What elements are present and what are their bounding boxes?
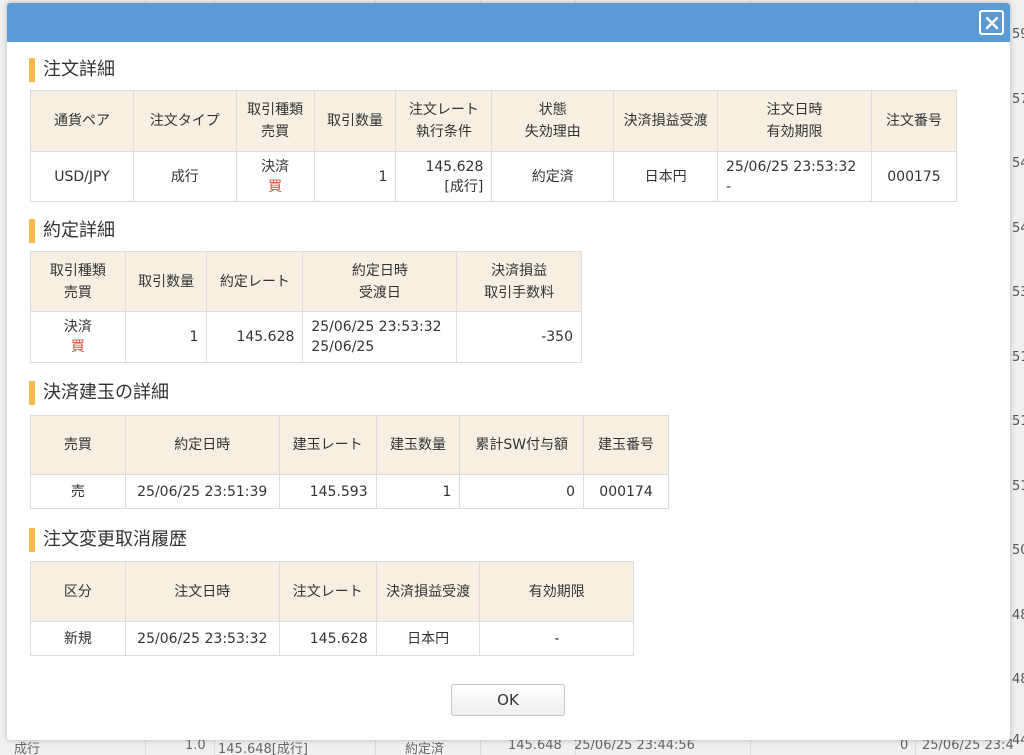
column-header: 状態 失効理由 bbox=[491, 90, 615, 152]
bg-price: 145.648 bbox=[508, 738, 562, 753]
order-datetime-cell: 25/06/25 23:53:32 - bbox=[717, 151, 872, 202]
settlement-currency: 日本円 bbox=[613, 151, 719, 202]
column-header: 取引数量 bbox=[124, 251, 208, 312]
exec-datetime: 25/06/25 23:51:39 bbox=[124, 474, 280, 509]
bg-datetime: 25/06/25 23:44:56 bbox=[574, 738, 695, 753]
column-header: 注文レート bbox=[278, 561, 377, 622]
execution-detail-title: 約定詳細 bbox=[29, 219, 115, 243]
bg-rate-value: 51 bbox=[1012, 414, 1024, 429]
cumulative-swap: 0 bbox=[459, 474, 585, 509]
bg-rate: 145.648[成行] bbox=[218, 742, 308, 755]
bg-rate-value: 57 bbox=[1012, 92, 1024, 107]
order-datetime: 25/06/25 23:53:32 bbox=[726, 158, 857, 175]
order-rate: 145.628 bbox=[425, 158, 484, 175]
trade-qty: 1 bbox=[313, 151, 397, 202]
trade-qty: 1 bbox=[124, 311, 208, 363]
column-header: 建玉レート bbox=[278, 415, 377, 475]
column-header: 注文番号 bbox=[870, 90, 958, 152]
column-header: 取引数量 bbox=[313, 90, 397, 152]
order-datetime: 25/06/25 23:53:32 bbox=[124, 621, 280, 656]
bg-rate-value: 59 bbox=[1012, 27, 1024, 42]
order-number: 000175 bbox=[870, 151, 958, 202]
delivery-date: 25/06/25 bbox=[311, 339, 375, 355]
history-kind: 新規 bbox=[30, 621, 126, 656]
column-header: 売買 bbox=[30, 415, 126, 475]
column-header: 約定レート bbox=[206, 251, 304, 312]
order-type: 成行 bbox=[132, 151, 237, 202]
bg-state: 約定済 bbox=[405, 742, 445, 755]
table-row: 売 25/06/25 23:51:39 145.593 1 0 000174 bbox=[30, 474, 669, 509]
side-buy: 買 bbox=[70, 339, 85, 355]
settlement-pnl: -350 bbox=[456, 311, 582, 363]
trade-kind: 決済 bbox=[63, 319, 92, 335]
ok-button[interactable]: OK bbox=[451, 684, 565, 716]
execution-detail-table: 取引種類 売買 取引数量 約定レート 約定日時 受渡日 決済損益 取引手数料 決… bbox=[30, 251, 582, 363]
expiry: - bbox=[479, 621, 634, 656]
column-header: 注文タイプ bbox=[132, 90, 237, 152]
column-header: 約定日時 bbox=[124, 415, 280, 475]
column-header: 通貨ペア bbox=[30, 90, 134, 152]
side-buy: 買 bbox=[268, 178, 283, 195]
column-header: 決済損益受渡 bbox=[375, 561, 481, 622]
bg-rate-value: 48 bbox=[1012, 672, 1024, 687]
bg-rate-value: 48 bbox=[1012, 608, 1024, 623]
order-rate-cell: 145.628 [成行] bbox=[395, 151, 493, 202]
position-detail-title: 決済建玉の詳細 bbox=[29, 381, 169, 405]
column-header: 取引種類 売買 bbox=[235, 90, 315, 152]
settlement-currency: 日本円 bbox=[375, 621, 481, 656]
exec-condition: [成行] bbox=[444, 178, 484, 195]
column-header: 建玉番号 bbox=[583, 415, 669, 475]
column-header: 取引種類 売買 bbox=[30, 251, 126, 312]
bg-rate-value: 54 bbox=[1012, 221, 1024, 236]
trade-kind: 決済 bbox=[261, 158, 290, 175]
bg-rate-value: 53 bbox=[1012, 285, 1024, 300]
modal-header bbox=[7, 3, 1010, 42]
bg-qty: 1.0 bbox=[185, 738, 206, 753]
bg-extra: 0 bbox=[900, 738, 909, 753]
column-header: 決済損益受渡 bbox=[613, 90, 719, 152]
column-header: 決済損益 取引手数料 bbox=[456, 251, 582, 312]
column-header: 有効期限 bbox=[479, 561, 634, 622]
column-header: 注文レート 執行条件 bbox=[395, 90, 493, 152]
column-header: 約定日時 受渡日 bbox=[302, 251, 458, 312]
column-header: 累計SW付与額 bbox=[459, 415, 585, 475]
trade-kind-cell: 決済 買 bbox=[235, 151, 315, 202]
history-title: 注文変更取消履歴 bbox=[29, 528, 187, 552]
currency-pair: USD/JPY bbox=[30, 151, 134, 202]
order-detail-modal: 注文詳細 通貨ペア 注文タイプ 取引種類 売買 取引数量 注文レート 執行条件 … bbox=[7, 3, 1010, 740]
position-qty: 1 bbox=[375, 474, 461, 509]
order-detail-table: 通貨ペア 注文タイプ 取引種類 売買 取引数量 注文レート 執行条件 状態 失効… bbox=[30, 90, 958, 202]
bg-rate-value: 51 bbox=[1012, 479, 1024, 494]
position-detail-table: 売買 約定日時 建玉レート 建玉数量 累計SW付与額 建玉番号 売 25/06/… bbox=[30, 415, 669, 509]
column-header: 区分 bbox=[30, 561, 126, 622]
exec-datetime-cell: 25/06/25 23:53:32 25/06/25 bbox=[302, 311, 458, 363]
position-rate: 145.593 bbox=[278, 474, 377, 509]
column-header: 建玉数量 bbox=[375, 415, 461, 475]
table-row: USD/JPY 成行 決済 買 1 145.628 [成行] 約定済 日本円 2… bbox=[30, 151, 958, 202]
close-icon bbox=[985, 16, 998, 29]
order-rate: 145.628 bbox=[278, 621, 377, 656]
bg-table-row: 成行 1.0 145.648[成行] 約定済 145.648 25/06/25 … bbox=[0, 738, 1024, 755]
bg-rate-value: 54 bbox=[1012, 156, 1024, 171]
trade-kind-cell: 決済 買 bbox=[30, 311, 126, 363]
column-header: 注文日時 bbox=[124, 561, 280, 622]
column-header: 注文日時 有効期限 bbox=[717, 90, 872, 152]
table-row: 決済 買 1 145.628 25/06/25 23:53:32 25/06/2… bbox=[30, 311, 582, 363]
order-status: 約定済 bbox=[491, 151, 615, 202]
history-table: 区分 注文日時 注文レート 決済損益受渡 有効期限 新規 25/06/25 23… bbox=[30, 561, 634, 656]
bg-rate-value: 50 bbox=[1012, 543, 1024, 558]
bg-datetime-2: 25/06/25 23:4 bbox=[922, 738, 1014, 753]
bg-order-type: 成行 bbox=[14, 742, 41, 755]
expiry: - bbox=[726, 178, 732, 195]
exec-datetime: 25/06/25 23:53:32 bbox=[311, 319, 442, 335]
side-sell: 売 bbox=[30, 474, 126, 509]
order-detail-title: 注文詳細 bbox=[29, 58, 115, 82]
bg-rate-value: 51 bbox=[1012, 350, 1024, 365]
position-number: 000174 bbox=[583, 474, 669, 509]
table-row: 新規 25/06/25 23:53:32 145.628 日本円 - bbox=[30, 621, 634, 656]
exec-rate: 145.628 bbox=[206, 311, 304, 363]
close-button[interactable] bbox=[979, 10, 1004, 35]
